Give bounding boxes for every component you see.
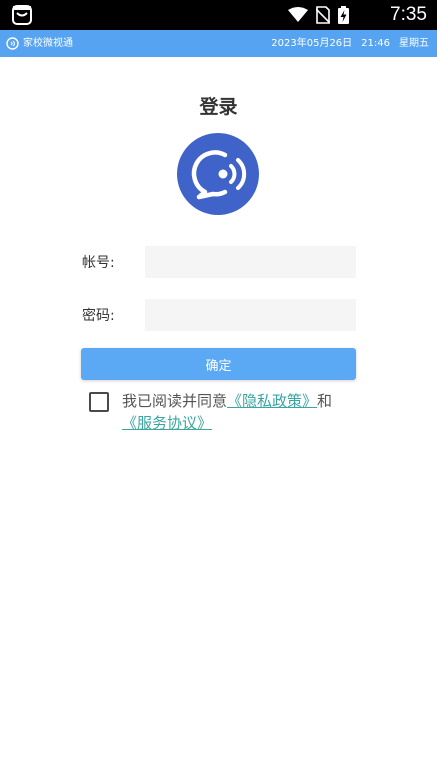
app-icon	[12, 5, 32, 25]
page-title: 登录	[199, 96, 238, 118]
confirm-button[interactable]: 确定	[81, 348, 356, 380]
date-time: 2023年05月26日 21:46 星期五	[271, 37, 429, 50]
password-label: 密码:	[82, 308, 115, 324]
app-name: 家校微视通	[23, 38, 73, 49]
status-bar: 7:35	[0, 0, 437, 30]
agreement-checkbox[interactable]	[89, 392, 109, 412]
date-text: 2023年05月26日	[271, 38, 353, 49]
agreement-conjunction: 和	[317, 392, 333, 410]
agreement-prefix: 我已阅读并同意	[122, 392, 228, 410]
chat-logo-icon	[177, 133, 259, 215]
account-input[interactable]	[145, 246, 356, 278]
weekday-text: 星期五	[399, 38, 429, 49]
app-logo-icon	[6, 37, 19, 50]
app-bar: 家校微视通 2023年05月26日 21:46 星期五	[0, 30, 437, 57]
account-label: 帐号:	[82, 255, 115, 271]
privacy-policy-link[interactable]: 《隐私政策》	[227, 392, 317, 410]
battery-charging-icon	[338, 6, 349, 24]
clock: 7:35	[390, 4, 427, 25]
no-sim-icon	[316, 6, 330, 24]
service-agreement-link[interactable]: 《服务协议》	[122, 414, 212, 432]
agreement-text: 我已阅读并同意《隐私政策》和《服务协议》	[122, 390, 362, 434]
password-input[interactable]	[145, 299, 356, 331]
wifi-icon	[288, 7, 308, 22]
time-text: 21:46	[361, 38, 390, 49]
